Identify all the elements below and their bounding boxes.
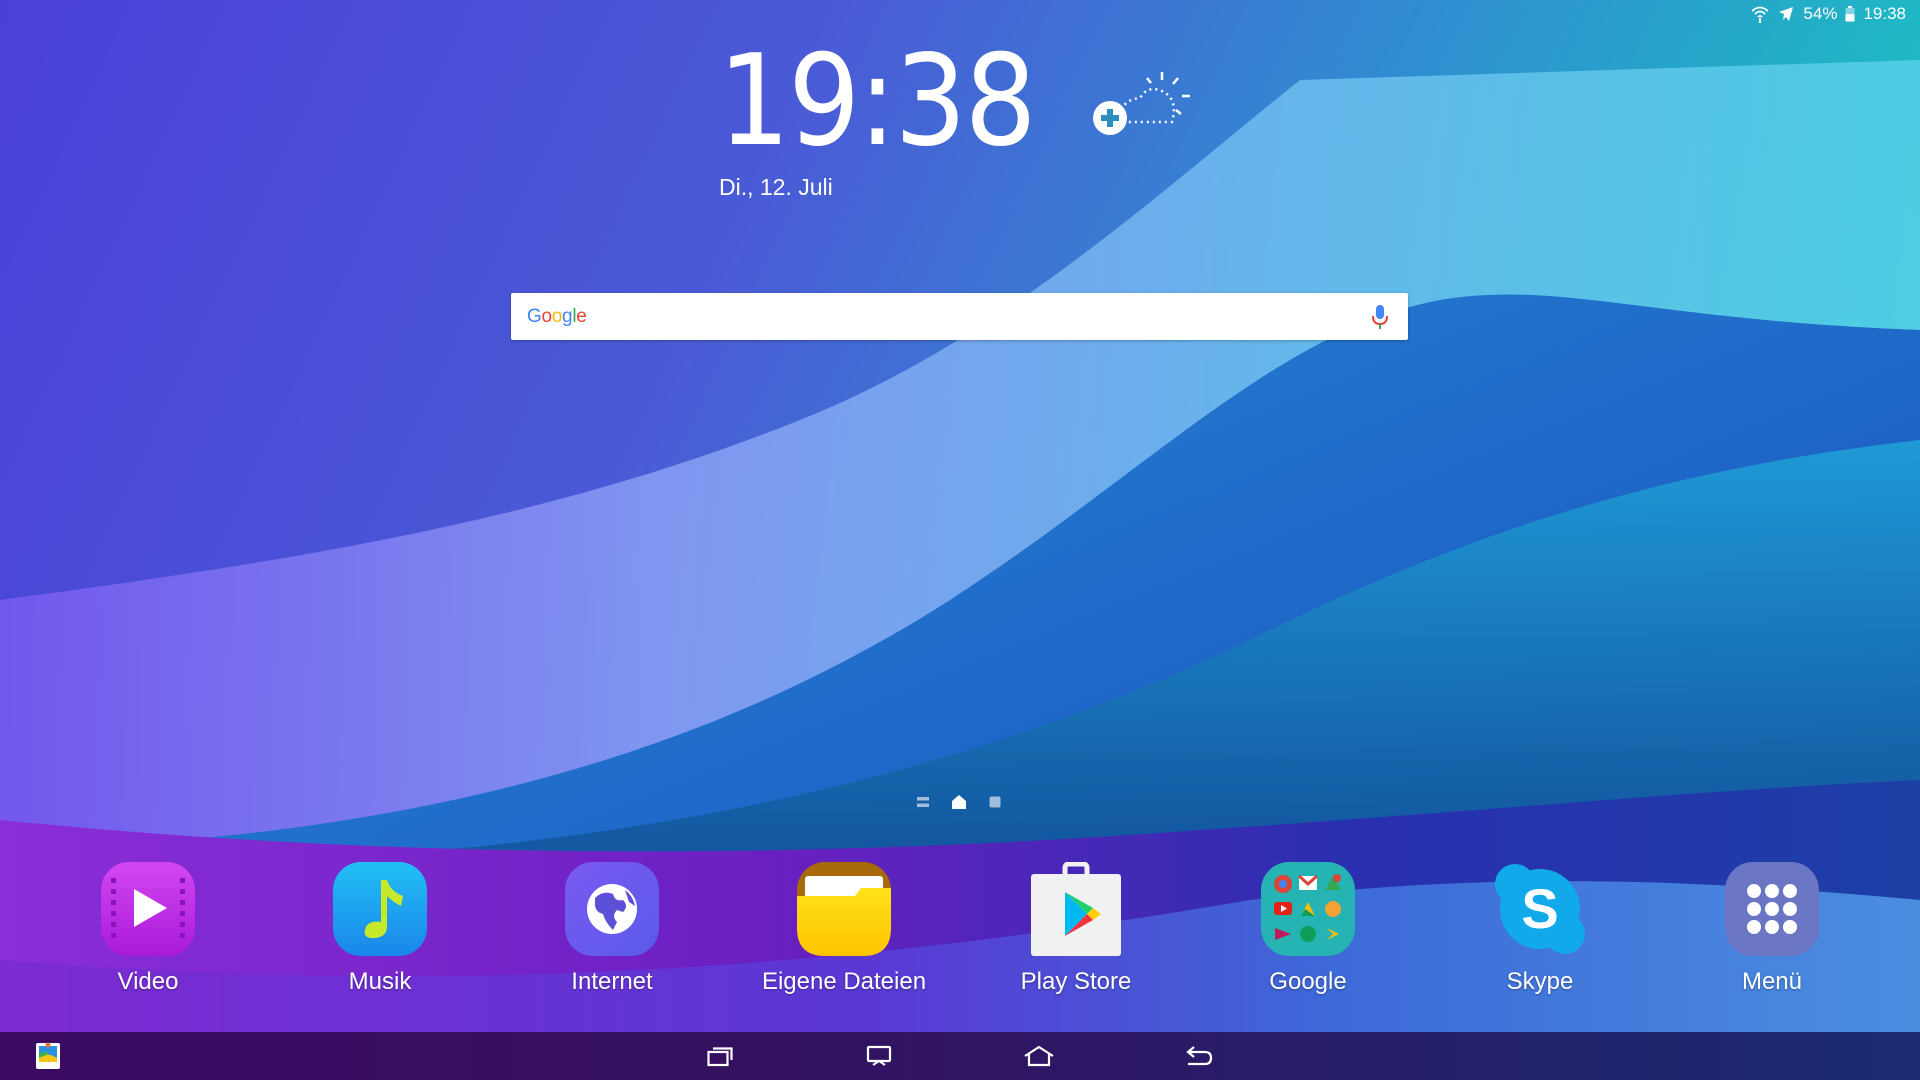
add-weather-icon[interactable] xyxy=(1092,70,1192,142)
clock-date[interactable]: Di., 12. Juli xyxy=(719,174,833,201)
app-label: Internet xyxy=(571,968,653,995)
app-label: Eigene Dateien xyxy=(761,968,927,995)
app-video[interactable]: Video xyxy=(48,862,248,996)
app-play-store[interactable]: Play Store xyxy=(976,861,1176,996)
app-music[interactable]: Musik xyxy=(280,862,480,996)
internet-globe-icon xyxy=(565,862,659,956)
google-logo-letter: e xyxy=(576,305,587,327)
app-my-files[interactable]: Eigene Dateien xyxy=(744,862,944,996)
search-input[interactable] xyxy=(596,295,1360,338)
apps-grid-icon xyxy=(1725,862,1819,956)
play-store-icon xyxy=(1029,861,1123,956)
status-bar[interactable]: 54% 19:38 xyxy=(1751,0,1920,28)
google-logo-letter: o xyxy=(551,305,563,327)
wifi-icon xyxy=(1751,5,1770,23)
app-label: Skype xyxy=(1506,968,1574,995)
clock-minutes: 38 xyxy=(894,27,1036,174)
page-overview-indicator[interactable] xyxy=(915,794,931,810)
app-label: Play Store xyxy=(1020,968,1132,995)
music-icon xyxy=(333,862,427,956)
screen-mirroring-button[interactable] xyxy=(849,1032,909,1080)
page-home-indicator[interactable] xyxy=(951,794,967,810)
svg-text:S: S xyxy=(1521,877,1558,940)
app-skype[interactable]: S Skype xyxy=(1440,862,1640,996)
skype-icon: S xyxy=(1493,862,1587,956)
page-dot-indicator[interactable] xyxy=(987,794,1003,810)
clock-separator: : xyxy=(858,27,896,174)
google-logo-letter: o xyxy=(541,305,552,327)
status-time: 19:38 xyxy=(1863,4,1906,23)
app-internet[interactable]: Internet xyxy=(512,862,712,996)
recent-apps-button[interactable] xyxy=(690,1032,750,1080)
app-google-folder[interactable]: Google xyxy=(1208,862,1408,996)
clock-hours: 19 xyxy=(718,27,860,174)
back-button[interactable] xyxy=(1169,1032,1229,1080)
app-menu[interactable]: Menü xyxy=(1672,862,1872,996)
clock-time[interactable]: 19:38 xyxy=(718,38,1037,164)
battery-percent: 54% xyxy=(1803,4,1838,23)
video-icon xyxy=(101,862,195,956)
google-logo-letter: g xyxy=(562,305,573,327)
page-indicator xyxy=(915,794,1003,810)
google-search-bar[interactable]: Google xyxy=(511,293,1408,340)
google-logo-letter: G xyxy=(527,305,542,327)
navigation-bar xyxy=(0,1032,1920,1080)
app-label: Musik xyxy=(348,968,412,995)
gallery-icon[interactable] xyxy=(18,1032,78,1080)
app-dock: Video Musik Internet Eigene Dateien Play… xyxy=(0,861,1920,995)
battery-icon xyxy=(1845,6,1855,22)
google-folder-icon xyxy=(1261,862,1355,956)
app-label: Menü xyxy=(1741,968,1803,995)
folder-icon xyxy=(797,862,891,956)
home-button[interactable] xyxy=(1009,1032,1069,1080)
google-logo: Google xyxy=(527,306,587,328)
airplane-mode-icon xyxy=(1777,5,1795,23)
microphone-icon[interactable] xyxy=(1360,297,1400,337)
app-label: Video xyxy=(117,968,179,995)
app-label: Google xyxy=(1269,968,1347,995)
